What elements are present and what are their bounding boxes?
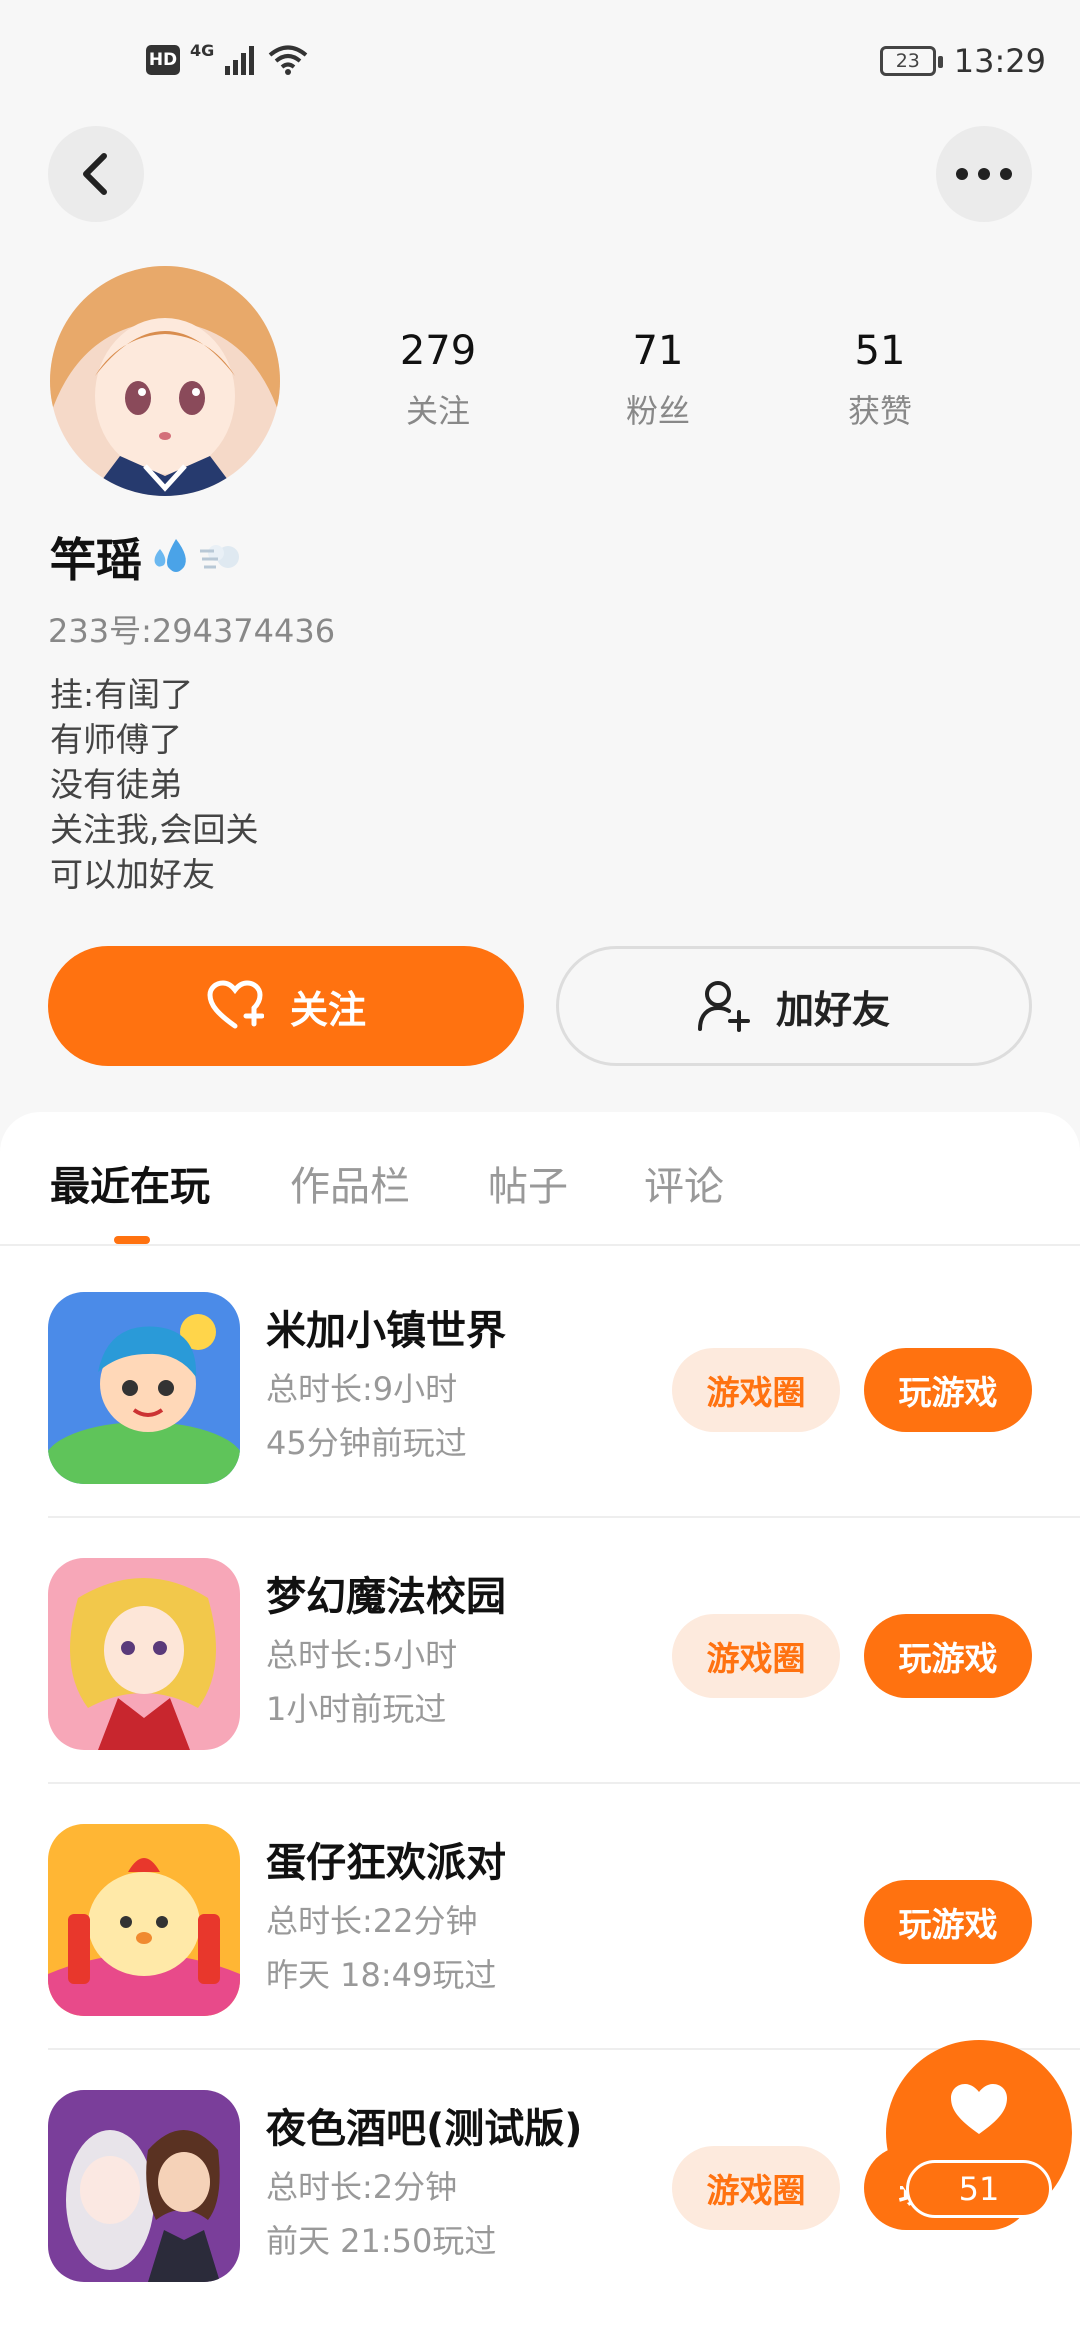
stat-following[interactable]: 279 关注	[338, 328, 538, 432]
wifi-icon	[268, 45, 308, 75]
heart-icon	[951, 2084, 1007, 2134]
signal-icon	[225, 46, 255, 75]
status-left: HD 4G	[146, 40, 308, 76]
game-circle-button[interactable]: 游戏圈	[672, 1614, 840, 1698]
game-last-played: 45分钟前玩过	[266, 1424, 467, 1462]
tab-bar: 最近在玩 作品栏 帖子 评论	[0, 1112, 1080, 1246]
game-name: 米加小镇世界	[266, 1308, 506, 1354]
heart-plus-icon	[207, 980, 264, 1029]
game-duration: 总时长:5小时	[266, 1636, 458, 1674]
hd-badge: HD	[146, 45, 180, 75]
status-bar: HD 4G 23 13:29	[0, 0, 1080, 130]
avatar-image	[50, 266, 280, 496]
tab-posts[interactable]: 帖子	[488, 1154, 568, 1212]
game-name: 蛋仔狂欢派对	[266, 1840, 506, 1886]
game-last-played: 昨天 18:49玩过	[266, 1956, 497, 1994]
nickname-emoji	[150, 535, 242, 579]
stat-label: 关注	[405, 392, 470, 430]
add-friend-label: 加好友	[775, 987, 890, 1032]
game-name: 夜色酒吧(测试版)	[266, 2106, 583, 2152]
battery-icon: 23	[879, 46, 943, 76]
stat-value: 51	[854, 328, 906, 374]
game-icon	[48, 1292, 240, 1484]
play-game-button[interactable]: 玩游戏	[864, 1880, 1032, 1964]
nickname: 竿瑶	[50, 533, 142, 587]
game-icon	[48, 1558, 240, 1750]
stat-value: 71	[632, 328, 684, 374]
game-icon	[48, 1824, 240, 2016]
sweat-droplets-icon	[154, 539, 186, 572]
back-button[interactable]	[48, 126, 144, 222]
bio-line: 有师傅了	[50, 720, 182, 759]
stat-value: 279	[399, 328, 477, 374]
follow-label: 关注	[289, 987, 366, 1032]
nickname-row: 竿瑶	[50, 524, 242, 590]
list-item[interactable]: 蛋仔狂欢派对 总时长:22分钟 昨天 18:49玩过 玩游戏	[48, 1784, 1080, 2050]
game-circle-button[interactable]: 游戏圈	[672, 2146, 840, 2230]
play-game-button[interactable]: 玩游戏	[864, 1348, 1032, 1432]
network-label: 4G	[190, 40, 215, 60]
play-game-button[interactable]: 玩游戏	[864, 1614, 1032, 1698]
follow-button[interactable]: 关注	[48, 946, 524, 1066]
bio-line: 可以加好友	[50, 855, 215, 894]
avatar[interactable]	[50, 266, 280, 496]
bio-line: 没有徒弟	[50, 765, 182, 804]
tab-indicator	[114, 1236, 150, 1244]
game-duration: 总时长:22分钟	[266, 1902, 478, 1940]
user-id: 233号:294374436	[48, 612, 336, 650]
clock: 13:29	[953, 42, 1046, 80]
bio-line: 挂:有闺了	[50, 675, 194, 714]
dash-icon	[200, 545, 239, 569]
like-count: 51	[906, 2160, 1052, 2218]
list-item[interactable]: 梦幻魔法校园 总时长:5小时 1小时前玩过 游戏圈 玩游戏	[48, 1518, 1080, 1784]
add-user-icon	[697, 981, 750, 1032]
stat-label: 粉丝	[625, 392, 690, 430]
bio-line: 关注我,会回关	[50, 810, 259, 849]
game-icon	[48, 2090, 240, 2282]
list-item[interactable]: 米加小镇世界 总时长:9小时 45分钟前玩过 游戏圈 玩游戏	[48, 1252, 1080, 1518]
more-dots-icon	[956, 168, 1012, 180]
stat-label: 获赞	[847, 392, 912, 430]
game-last-played: 1小时前玩过	[266, 1690, 447, 1728]
stat-fans[interactable]: 71 粉丝	[558, 328, 758, 432]
stat-likes[interactable]: 51 获赞	[780, 328, 980, 432]
bio: 挂:有闺了 有师傅了 没有徒弟 关注我,会回关 可以加好友	[50, 672, 259, 897]
tab-works[interactable]: 作品栏	[290, 1154, 410, 1212]
game-duration: 总时长:2分钟	[266, 2168, 458, 2206]
game-last-played: 前天 21:50玩过	[266, 2222, 497, 2260]
game-name: 梦幻魔法校园	[266, 1574, 506, 1620]
game-duration: 总时长:9小时	[266, 1370, 458, 1408]
tab-comments[interactable]: 评论	[644, 1154, 724, 1212]
battery-level: 23	[895, 50, 920, 72]
chevron-left-icon	[83, 153, 107, 195]
game-circle-button[interactable]: 游戏圈	[672, 1348, 840, 1432]
add-friend-button[interactable]: 加好友	[556, 946, 1032, 1066]
more-button[interactable]	[936, 126, 1032, 222]
tab-recent[interactable]: 最近在玩	[50, 1154, 210, 1212]
status-right: 23 13:29	[879, 42, 1046, 80]
